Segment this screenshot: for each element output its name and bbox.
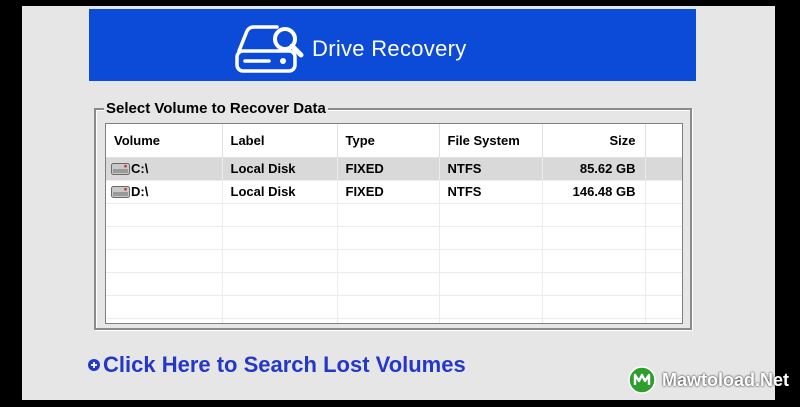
table-header-row: Volume Label Type File System Size	[106, 124, 682, 158]
volume-name: D:\	[131, 184, 149, 199]
size-cell: 146.48 GB	[542, 180, 646, 204]
hard-drive-icon	[111, 163, 130, 175]
plus-circle-icon	[88, 359, 100, 371]
column-header-filler	[645, 124, 682, 158]
empty-row	[106, 295, 682, 319]
app-title: Drive Recovery	[312, 36, 467, 61]
volume-list[interactable]: Volume Label Type File System Size C:\ L…	[105, 123, 683, 324]
hard-drive-icon	[111, 186, 130, 198]
column-header-file-system[interactable]: File System	[439, 124, 543, 158]
volume-cell: D:\	[106, 180, 223, 204]
type-cell: FIXED	[337, 180, 440, 204]
search-lost-volumes-link[interactable]: Click Here to Search Lost Volumes	[88, 352, 466, 378]
column-header-size[interactable]: Size	[542, 124, 646, 158]
file-system-cell: NTFS	[439, 157, 543, 181]
type-cell: FIXED	[337, 157, 440, 181]
filler-cell	[645, 157, 682, 181]
file-system-cell: NTFS	[439, 180, 543, 204]
drive-search-icon	[235, 25, 304, 73]
column-header-label[interactable]: Label	[222, 124, 338, 158]
watermark-text: Mawtoload.Net	[662, 369, 790, 390]
table-row[interactable]: D:\ Local Disk FIXED NTFS 146.48 GB	[106, 180, 682, 204]
table-row[interactable]: C:\ Local Disk FIXED NTFS 85.62 GB	[106, 157, 682, 181]
groupbox-legend: Select Volume to Recover Data	[104, 100, 328, 117]
volume-cell: C:\	[106, 157, 223, 181]
empty-row	[106, 272, 682, 296]
volume-name: C:\	[131, 161, 149, 176]
volume-groupbox: Select Volume to Recover Data Volume Lab…	[94, 100, 692, 330]
empty-row	[106, 226, 682, 250]
empty-row	[106, 249, 682, 273]
watermark: Mawtoload.Net	[628, 366, 789, 394]
watermark-logo-icon	[628, 366, 656, 394]
column-header-volume[interactable]: Volume	[106, 124, 223, 158]
label-cell: Local Disk	[222, 157, 338, 181]
size-cell: 85.62 GB	[542, 157, 646, 181]
label-cell: Local Disk	[222, 180, 338, 204]
filler-cell	[645, 180, 682, 204]
column-header-type[interactable]: Type	[337, 124, 440, 158]
search-lost-volumes-label: Click Here to Search Lost Volumes	[103, 352, 466, 377]
empty-row	[106, 203, 682, 227]
app-header: Drive Recovery	[89, 9, 696, 81]
empty-row	[106, 318, 682, 323]
app-window: Drive Recovery Select Volume to Recover …	[22, 6, 775, 400]
